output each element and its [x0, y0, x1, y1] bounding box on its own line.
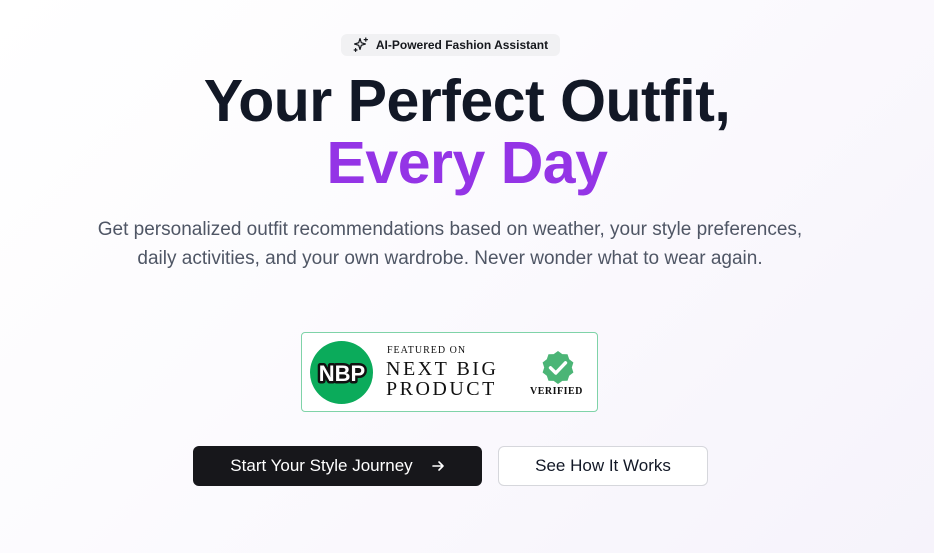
verified-check-icon — [540, 350, 576, 386]
sparkles-icon — [353, 37, 369, 53]
nbp-logo-text: NBP — [318, 361, 364, 386]
page-title: Your Perfect Outfit, Every Day — [0, 70, 934, 194]
start-button-label: Start Your Style Journey — [230, 456, 413, 475]
hero-section: AI-Powered Fashion Assistant Your Perfec… — [0, 0, 934, 553]
title-line-2-accent: Every Day — [326, 130, 608, 196]
ai-assistant-badge: AI-Powered Fashion Assistant — [341, 34, 560, 56]
nbp-logo: NBP — [310, 341, 373, 404]
verified-label: VERIFIED — [530, 386, 583, 397]
product-name: NEXT BIG PRODUCT — [386, 358, 499, 400]
title-line-1: Your Perfect Outfit, — [203, 68, 731, 134]
arrow-right-icon — [431, 459, 445, 473]
see-how-it-works-button[interactable]: See How It Works — [498, 446, 708, 486]
next-big-product-badge[interactable]: NBP FEATURED ON NEXT BIG PRODUCT VERIFIE… — [301, 332, 598, 412]
start-style-journey-button[interactable]: Start Your Style Journey — [193, 446, 482, 486]
featured-on-label: FEATURED ON — [387, 345, 467, 356]
subheadline: Get personalized outfit recommendations … — [97, 219, 803, 269]
badge-label: AI-Powered Fashion Assistant — [375, 38, 549, 52]
